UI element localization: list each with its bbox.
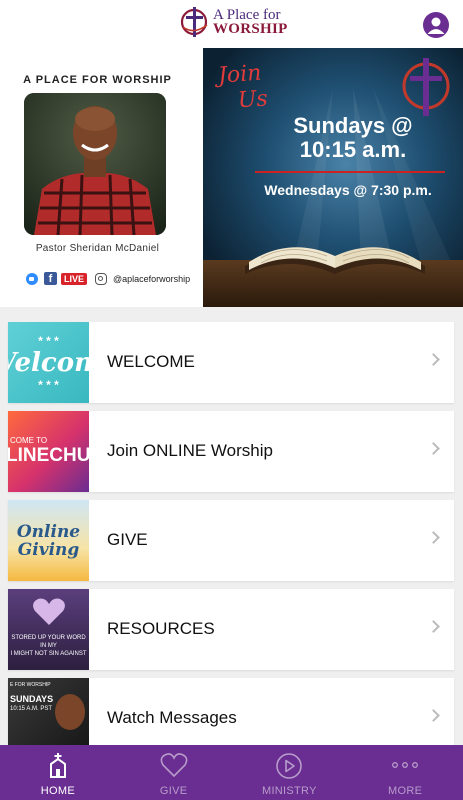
chevron-right-icon [427, 709, 440, 722]
open-bible-graphic [245, 247, 425, 274]
live-badge[interactable]: LIVE [61, 272, 88, 285]
list-item-label: Join ONLINE Worship [107, 441, 273, 460]
logo-line1: A Place for [213, 7, 281, 23]
more-dots-icon [392, 762, 419, 768]
list-item-welcome[interactable]: * * * Welcom * * * WELCOME [8, 322, 454, 403]
pastor-name: Pastor Sheridan McDaniel [35, 243, 160, 254]
tab-label: MINISTRY [261, 785, 317, 797]
online-church-graphic: COME TO LINECHU [8, 411, 89, 492]
user-icon [427, 17, 445, 34]
list-item-label: GIVE [107, 530, 148, 549]
online-giving-graphic: Online Giving [8, 500, 89, 581]
giving-thumb-text: Online Giving [16, 521, 81, 560]
sundays-time: Sundays @ 10:15 a.m. [243, 114, 463, 162]
tab-label: GIVE [159, 785, 188, 797]
bottom-tab-bar: HOME GIVE MINISTRY MORE [0, 745, 463, 800]
join-text: Join [217, 60, 263, 89]
zoom-icon[interactable] [26, 272, 38, 285]
play-icon [276, 753, 303, 779]
chevron-right-icon [427, 620, 440, 633]
list-item-give[interactable]: Online Giving GIVE [8, 500, 454, 581]
messages-thumb-text3: E FOR WORSHIP [10, 682, 51, 688]
app-header: A Place for WORSHIP [0, 0, 463, 48]
tab-give[interactable]: GIVE [116, 745, 232, 800]
tab-more[interactable]: MORE [347, 745, 463, 800]
online-thumb-text: LINECHU [8, 445, 89, 466]
list-item-resources[interactable]: STORED UP YOUR WORD IN MY I MIGHT NOT SI… [8, 589, 454, 670]
chevron-right-icon [427, 442, 440, 455]
messages-thumb-text2: 10:15 A.M. PST [10, 706, 53, 712]
tab-label: MORE [388, 785, 423, 797]
sundays-line2: 10:15 a.m. [299, 137, 407, 162]
chevron-right-icon [427, 353, 440, 366]
us-text: Us [237, 86, 269, 114]
heart-bible-graphic: STORED UP YOUR WORD IN MY I MIGHT NOT SI… [8, 589, 89, 670]
menu-list: * * * Welcom * * * WELCOME COME TO LINEC… [8, 322, 454, 767]
church-title: A PLACE FOR WORSHIP [23, 74, 172, 86]
facebook-icon[interactable]: f [44, 272, 57, 285]
tab-ministry[interactable]: MINISTRY [232, 745, 348, 800]
church-icon [49, 753, 66, 778]
list-item-label: Watch Messages [107, 708, 237, 727]
messages-thumb-text: SUNDAYS [10, 694, 54, 704]
instagram-icon[interactable] [95, 272, 108, 285]
sundays-line1: Sundays @ [293, 113, 413, 138]
app-logo: A Place for WORSHIP [180, 5, 288, 39]
join-us-script: Join Us [217, 60, 268, 115]
heart-icon [160, 753, 188, 778]
profile-avatar-button[interactable] [423, 12, 449, 38]
pastor-photo [24, 93, 166, 235]
social-handle[interactable]: @aplaceforworship [113, 274, 190, 284]
list-item-online-worship[interactable]: COME TO LINECHU Join ONLINE Worship [8, 411, 454, 492]
pastor-panel: A PLACE FOR WORSHIP Pastor Sheridan McDa… [0, 48, 203, 307]
cross-logo-icon [180, 5, 210, 39]
welcome-graphic: * * * Welcom * * * [8, 322, 89, 403]
wednesdays-time: Wednesdays @ 7:30 p.m. [264, 182, 432, 198]
list-item-label: WELCOME [107, 352, 195, 371]
logo-line2: WORSHIP [213, 21, 288, 37]
cross-emblem-icon [402, 58, 450, 116]
list-item-label: RESOURCES [107, 619, 215, 638]
resources-thumb-text: STORED UP YOUR WORD IN MY [11, 635, 86, 649]
divider-line [255, 171, 445, 173]
social-links: f LIVE @aplaceforworship [26, 272, 190, 285]
welcome-thumb-text: Welcom [8, 347, 89, 378]
tab-home[interactable]: HOME [0, 745, 116, 800]
resources-thumb-text2: I MIGHT NOT SIN AGAINST [10, 651, 87, 657]
hero-section: A PLACE FOR WORSHIP Pastor Sheridan McDa… [0, 48, 463, 307]
tab-label: HOME [40, 785, 75, 797]
online-thumb-small: COME TO [10, 436, 48, 445]
service-times-banner[interactable]: Join Us Sundays @ 10:15 a.m. Wednesdays … [203, 48, 463, 307]
chevron-right-icon [427, 531, 440, 544]
